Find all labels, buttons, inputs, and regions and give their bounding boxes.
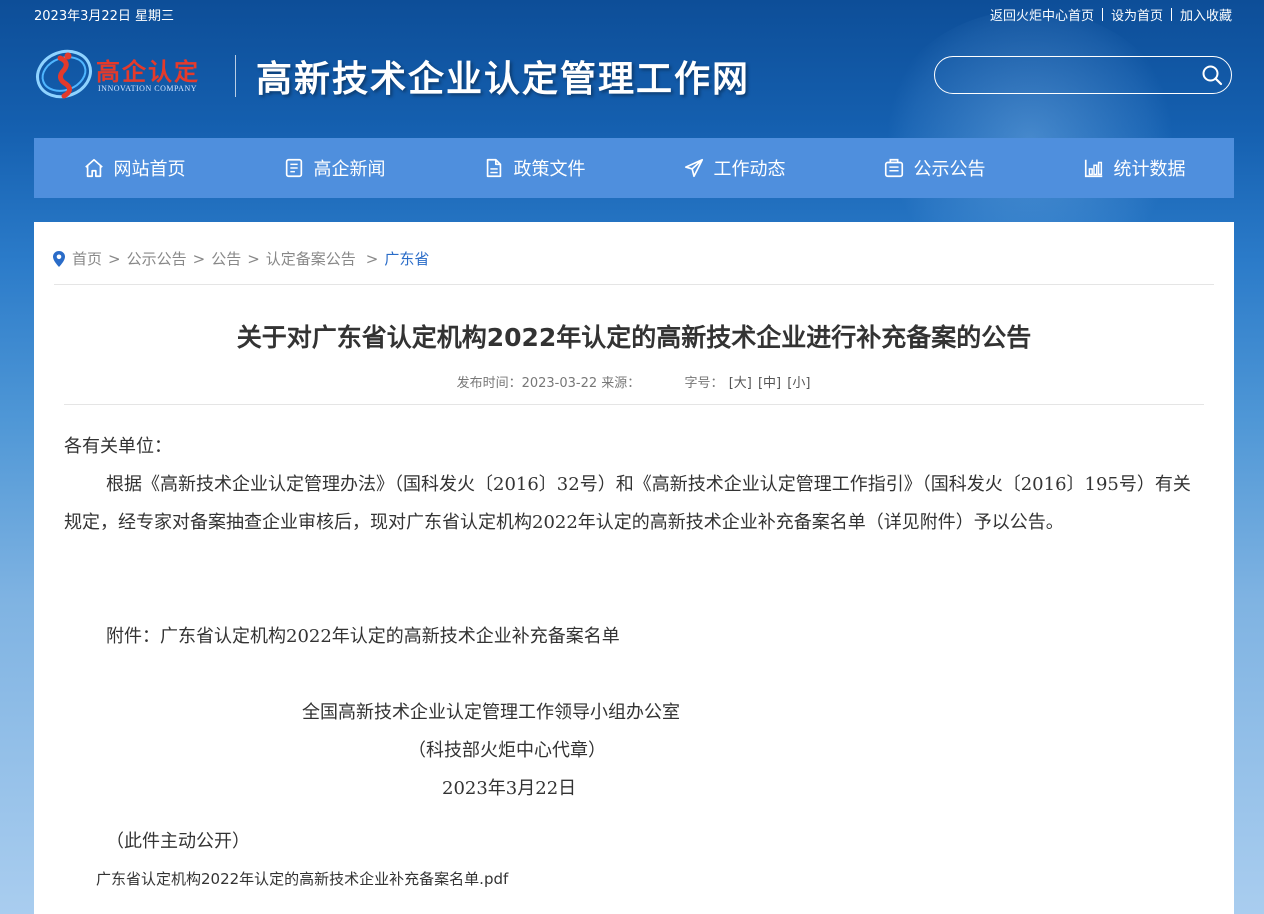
notice-icon <box>884 158 903 178</box>
article-paragraph: 根据《高新技术企业认定管理办法》（国科发火〔2016〕32号）和《高新技术企业认… <box>64 474 1191 533</box>
news-icon <box>285 158 302 178</box>
signature-org: 全国高新技术企业认定管理工作领导小组办公室 <box>302 702 680 723</box>
site-title: 高新技术企业认定管理工作网 <box>256 59 751 100</box>
link-divider <box>1101 8 1103 21</box>
home-icon <box>84 158 103 178</box>
nav-label: 政策文件 <box>513 159 586 180</box>
set-homepage-link[interactable]: 设为首页 <box>1111 5 1163 24</box>
document-icon <box>486 158 501 178</box>
current-date: 2023年3月22日 星期三 <box>34 9 175 24</box>
paper-plane-icon <box>684 158 703 178</box>
location-pin-icon <box>53 250 65 267</box>
nav-item-news[interactable]: 高企新闻 <box>234 138 434 198</box>
nav-item-stats[interactable]: 统计数据 <box>1034 138 1234 198</box>
search-box <box>934 56 1232 94</box>
nav-label: 网站首页 <box>113 159 186 180</box>
public-note: （此件主动公开） <box>106 831 250 852</box>
search-input[interactable] <box>949 63 1193 89</box>
breadcrumb-separator: > <box>108 249 121 268</box>
nav-label: 公示公告 <box>913 159 986 180</box>
site-logo[interactable]: 高企认定 INNOVATION COMPANY <box>34 44 224 104</box>
divider <box>54 284 1214 285</box>
breadcrumb-separator: > <box>365 249 379 268</box>
attachment-note: 附件：广东省认定机构2022年认定的高新技术企业补充备案名单 <box>106 626 620 647</box>
nav-item-notice[interactable]: 公示公告 <box>834 138 1034 198</box>
article-meta: 发布时间：2023-03-22 来源： 字号： [大] [中] [小] <box>34 372 1234 391</box>
logo-divider <box>235 55 236 97</box>
greeting: 各有关单位： <box>64 436 172 457</box>
search-icon[interactable] <box>1201 64 1223 86</box>
divider <box>64 404 1204 405</box>
font-size-controls: 字号： [大] [中] [小] <box>685 376 812 391</box>
pdf-attachment-link[interactable]: 广东省认定机构2022年认定的高新技术企业补充备案名单.pdf <box>96 868 508 889</box>
font-size-label: 字号： <box>684 376 724 391</box>
main-nav: 网站首页 高企新闻 政策文件 工作动态 公示公告 统计数据 <box>34 138 1234 198</box>
breadcrumb-notice[interactable]: 公示公告 <box>127 248 187 269</box>
nav-label: 工作动态 <box>713 159 786 180</box>
breadcrumb-separator: > <box>192 249 206 268</box>
nav-item-work[interactable]: 工作动态 <box>634 138 834 198</box>
article-card: 首页 > 公示公告 > 公告 > 认定备案公告 > 广东省 关于对广东省认定机构… <box>34 222 1234 914</box>
nav-label: 统计数据 <box>1113 159 1186 180</box>
signature-date: 2023年3月22日 <box>442 778 577 799</box>
font-size-large[interactable]: [大] <box>729 376 752 391</box>
signature-proxy: （科技部火炬中心代章） <box>408 740 606 761</box>
logo-chinese-text: 高企认定 <box>96 58 200 86</box>
font-size-small[interactable]: [小] <box>787 376 810 391</box>
breadcrumb-separator: > <box>247 249 260 268</box>
link-divider <box>1170 8 1172 21</box>
breadcrumb-current[interactable]: 广东省 <box>384 248 429 269</box>
breadcrumb-announcement[interactable]: 公告 <box>211 248 241 269</box>
font-size-medium[interactable]: [中] <box>758 376 781 391</box>
article-title: 关于对广东省认定机构2022年认定的高新技术企业进行补充备案的公告 <box>236 323 1032 352</box>
breadcrumb: 首页 > 公示公告 > 公告 > 认定备案公告 > 广东省 <box>52 248 429 269</box>
nav-label: 高企新闻 <box>313 159 386 180</box>
breadcrumb-home[interactable]: 首页 <box>72 248 102 269</box>
publish-info: 发布时间：2023-03-22 来源： <box>456 376 641 391</box>
logo-swirl-icon <box>36 49 92 99</box>
add-favorite-link[interactable]: 加入收藏 <box>1180 5 1232 24</box>
nav-item-policy[interactable]: 政策文件 <box>434 138 634 198</box>
breadcrumb-filing[interactable]: 认定备案公告 <box>266 248 356 269</box>
chart-icon <box>1084 159 1102 178</box>
nav-item-home[interactable]: 网站首页 <box>34 138 234 198</box>
logo-english-text: INNOVATION COMPANY <box>98 84 198 93</box>
